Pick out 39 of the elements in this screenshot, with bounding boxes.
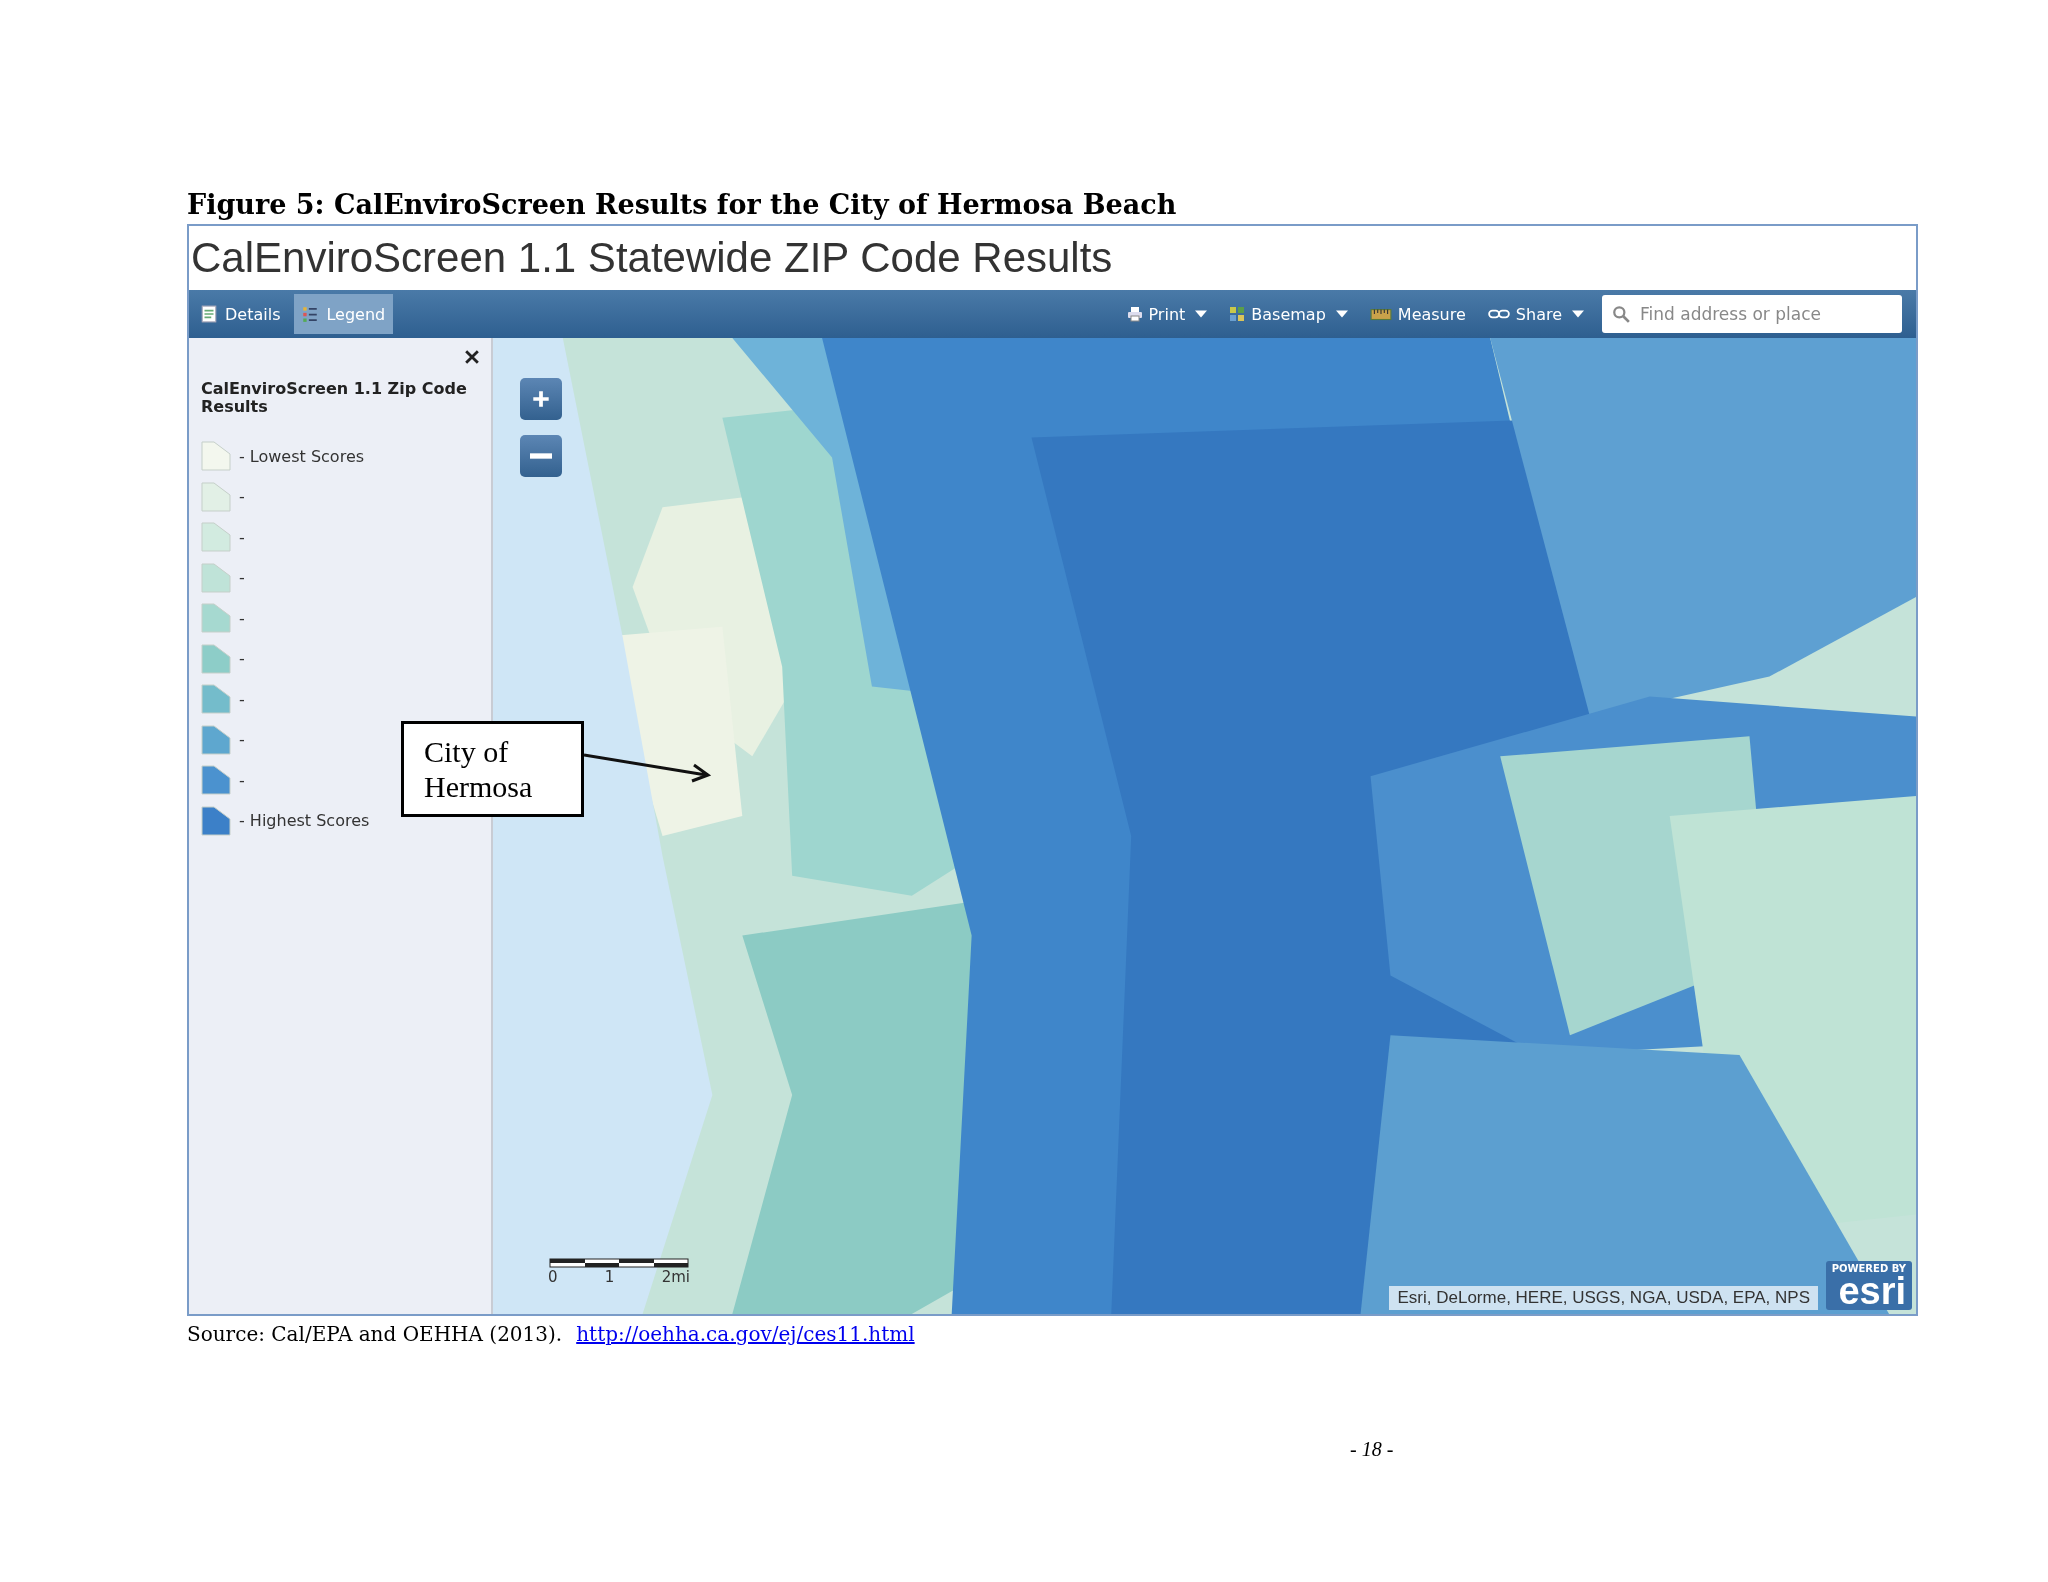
toolbar-button[interactable]: Basemap: [1225, 300, 1352, 328]
zoom-out-button[interactable]: [520, 435, 562, 477]
plus-icon: [530, 388, 552, 410]
callout-box: City of Hermosa: [401, 721, 584, 817]
map-attribution: Esri, DeLorme, HERE, USGS, NGA, USDA, EPA, NPS: [1389, 1286, 1818, 1310]
legend-label: -: [239, 487, 245, 507]
search-icon: [1612, 305, 1630, 323]
zoom-in-button[interactable]: [520, 378, 562, 420]
legend-label: - Highest Scores: [239, 811, 370, 831]
printer-icon: [1126, 305, 1143, 323]
legend-label: -: [239, 770, 245, 790]
legend-label: -: [239, 568, 245, 588]
list-icon: [302, 305, 319, 323]
logo-text: esri: [1838, 1274, 1906, 1308]
document-icon: [201, 305, 217, 323]
page-number: - 18 -: [1350, 1438, 1395, 1461]
legend-label: -: [239, 608, 245, 628]
legend-label: -: [239, 527, 245, 547]
app-title: CalEnviroScreen 1.1 Statewide ZIP Code Results: [191, 234, 1113, 282]
search-field[interactable]: Find address or place: [1602, 295, 1902, 333]
close-icon[interactable]: [465, 350, 479, 364]
scale-label: 0: [548, 1268, 558, 1286]
toolbar-button[interactable]: Print: [1122, 300, 1212, 328]
figure-caption: Figure 5: CalEnviroScreen Results for the City of Hermosa Beach: [187, 188, 1178, 222]
legend-label: -: [239, 689, 245, 709]
grid-icon: [1229, 305, 1246, 323]
minus-icon: [530, 453, 552, 459]
scale-label: 1: [604, 1268, 615, 1286]
legend-label: -: [239, 730, 245, 750]
logo-caption: POWERED BY: [1831, 1263, 1906, 1274]
panel-tab[interactable]: Details: [193, 294, 289, 334]
scale-label: 2mi: [661, 1268, 690, 1286]
toolbar-button[interactable]: Share: [1483, 300, 1588, 328]
source-text: Source: Cal/EPA and OEHHA (2013).: [187, 1322, 563, 1346]
legend-label: - Lowest Scores: [239, 446, 365, 466]
toolbar-button[interactable]: Measure: [1365, 300, 1470, 328]
legend-title: CalEnviroScreen 1.1 Zip Code Results: [201, 380, 468, 416]
legend-label: -: [239, 649, 245, 669]
source-link[interactable]: http://oehha.ca.gov/ej/ces11.html: [576, 1322, 915, 1346]
